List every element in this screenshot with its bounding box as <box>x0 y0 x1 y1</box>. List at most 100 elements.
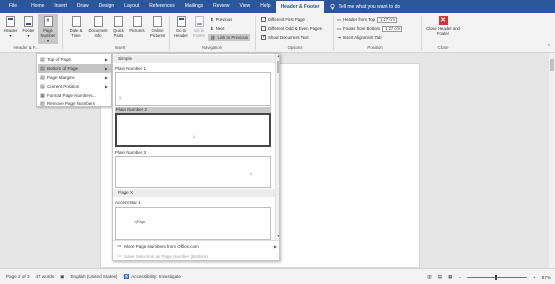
zoom-out-icon[interactable]: − <box>458 275 461 280</box>
zoom-slider[interactable] <box>467 274 528 280</box>
link-to-previous-label: Link to Previous <box>217 35 249 40</box>
header-from-top-input[interactable]: 1,27 cm <box>377 16 397 23</box>
bottom-of-page-gallery: Simple Plain Number 1 1 Plain Number 2 1… <box>112 53 280 261</box>
next-button[interactable]: ⬇ Next <box>208 25 226 32</box>
proofing-icon: ▣ <box>60 273 65 279</box>
show-document-text-option[interactable]: Show Document Text <box>259 34 311 41</box>
next-icon: ⬇ <box>210 25 214 31</box>
menu-item-current-position[interactable]: ▤ Current Position ▶ <box>38 82 111 91</box>
tab-draw[interactable]: Draw <box>72 0 94 13</box>
scrollbar-thumb[interactable] <box>550 59 554 71</box>
status-bar: Page 2 of 3 47 words ▣ English (United S… <box>0 268 555 284</box>
gallery-item-plain-number-1[interactable]: 1 <box>115 72 271 106</box>
close-header-footer-label: Close Header and Footer <box>426 26 460 36</box>
insert-alignment-tab-button[interactable]: ⇥ Insert Alignment Tab <box>337 34 381 41</box>
gallery-page-number: 1 <box>193 135 195 139</box>
gallery-item-title: Plain Number 1 <box>115 66 147 71</box>
different-odd-even-checkbox[interactable] <box>261 26 266 31</box>
status-accessibility[interactable]: ♿ Accessibility: Investigate <box>123 274 181 280</box>
read-mode-icon[interactable]: ▥ <box>427 274 431 280</box>
page-number-button[interactable]: Page Number ▾ <box>38 14 58 44</box>
gallery-item-plain-number-2[interactable]: 1 <box>115 113 271 147</box>
lightbulb-icon <box>330 3 335 9</box>
pictures-button[interactable]: Pictures <box>128 16 146 33</box>
online-pictures-label: Online Pictures <box>149 28 166 38</box>
zoom-level[interactable]: 87% <box>542 275 551 280</box>
menu-item-top-of-page[interactable]: ▤ Top of Page ▶ <box>38 55 111 64</box>
footer-from-bottom-input[interactable]: 1,27 cm <box>382 25 403 32</box>
previous-icon: ⬆ <box>210 16 214 22</box>
date-time-button[interactable]: Date & Time <box>66 16 86 38</box>
collapse-ribbon-icon[interactable]: ⌃ <box>547 44 551 50</box>
link-to-previous-button[interactable]: ⛓ Link to Previous <box>208 34 251 41</box>
tab-insert[interactable]: Insert <box>49 0 72 13</box>
gallery-section-simple: Simple <box>113 55 275 63</box>
web-layout-icon[interactable]: ▦ <box>448 274 452 280</box>
header-button[interactable]: Header ▾ <box>2 16 19 38</box>
status-page[interactable]: Page 2 of 3 <box>6 274 30 279</box>
insert-alignment-tab-label: Insert Alignment Tab <box>342 35 382 40</box>
show-document-text-label: Show Document Text <box>268 35 309 40</box>
gallery-scrollbar[interactable]: ▲ ▼ <box>275 54 279 240</box>
tell-me-box[interactable]: Tell me what you want to do <box>330 4 400 10</box>
menu-item-label: Top of Page <box>47 57 72 62</box>
go-to-header-button[interactable]: Go to Header <box>172 16 190 38</box>
document-info-button[interactable]: Document Info <box>87 16 109 38</box>
different-odd-even-option[interactable]: Different Odd & Even Pages <box>259 25 324 32</box>
tab-file[interactable]: File <box>0 0 26 13</box>
menu-item-page-margins[interactable]: ▤ Page Margins ▶ <box>38 73 111 82</box>
menu-item-label: Bottom of Page <box>47 66 79 71</box>
accessibility-icon: ♿ <box>123 273 130 279</box>
go-to-footer-button[interactable]: Go to Footer <box>191 16 207 38</box>
footer-dropdown-icon: ▾ <box>27 33 30 38</box>
page-number-dropdown-icon: ▾ <box>46 38 50 43</box>
previous-label: Previous <box>215 17 233 22</box>
status-language[interactable]: English (United States) <box>70 274 117 279</box>
footer-from-bottom-row: ▭ Footer from Bottom 1,27 cm <box>337 25 403 32</box>
tab-view[interactable]: View <box>235 0 256 13</box>
tab-layout[interactable]: Layout <box>119 0 144 13</box>
status-words[interactable]: 47 words <box>36 274 55 279</box>
submenu-arrow-icon: ▶ <box>273 243 277 249</box>
save-selection-button[interactable]: ▭ Save Selection as Page Number (Bottom) <box>117 253 208 259</box>
header-from-top-label: Header from Top <box>343 17 375 22</box>
group-label-close: Close <box>437 45 449 50</box>
gallery-item-accent-bar-1[interactable]: 1|Page <box>115 207 271 240</box>
different-first-page-option[interactable]: Different First Page <box>259 16 307 23</box>
quick-parts-button[interactable]: Quick Parts <box>110 16 127 38</box>
tab-mailings[interactable]: Mailings <box>180 0 208 13</box>
tab-help[interactable]: Help <box>255 0 275 13</box>
status-proofing[interactable]: ▣ <box>60 274 64 280</box>
zoom-in-icon[interactable]: + <box>533 275 536 280</box>
menu-item-bottom-of-page[interactable]: ▤ Bottom of Page ▶ <box>38 64 111 73</box>
group-separator <box>255 16 256 50</box>
tab-home[interactable]: Home <box>26 0 49 13</box>
document-scrollbar[interactable] <box>549 53 555 268</box>
gallery-item-plain-number-3[interactable]: 1 <box>115 156 271 188</box>
tab-review[interactable]: Review <box>208 0 234 13</box>
link-icon: ⛓ <box>210 34 216 40</box>
show-document-text-checkbox[interactable] <box>261 34 266 40</box>
page-margins-icon: ▤ <box>40 74 45 81</box>
print-layout-icon[interactable]: ▤ <box>438 274 442 280</box>
more-page-numbers-button[interactable]: ▭ More Page Numbers from Office.com ▶ <box>117 243 277 249</box>
tab-references[interactable]: References <box>144 0 180 13</box>
close-header-footer-button[interactable]: ✕ Close Header and Footer <box>426 16 460 36</box>
tab-design[interactable]: Design <box>94 0 120 13</box>
different-first-page-checkbox[interactable] <box>261 17 266 22</box>
page-bottom-icon: ▤ <box>40 65 45 72</box>
online-pictures-icon <box>153 16 162 27</box>
footer-from-bottom-label: Footer from Bottom <box>343 26 381 31</box>
footer-button[interactable]: Footer ▾ <box>20 16 37 38</box>
current-position-icon: ▤ <box>40 83 45 90</box>
scroll-up-icon[interactable]: ▲ <box>276 54 279 60</box>
tab-header-footer[interactable]: Header & Footer <box>275 0 325 13</box>
gallery-scrollbar-thumb[interactable] <box>277 61 279 73</box>
menu-item-label: Format Page Numbers... <box>47 93 97 98</box>
page-number-menu: ▤ Top of Page ▶ ▤ Bottom of Page ▶ ▤ Pag… <box>36 53 112 107</box>
tell-me-label: Tell me what you want to do <box>338 3 401 10</box>
previous-button[interactable]: ⬆ Previous <box>208 16 234 23</box>
status-accessibility-label: Accessibility: Investigate <box>131 274 181 279</box>
online-pictures-button[interactable]: Online Pictures <box>147 16 168 38</box>
menu-item-remove-page-numbers[interactable]: ▧ Remove Page Numbers <box>38 99 111 108</box>
